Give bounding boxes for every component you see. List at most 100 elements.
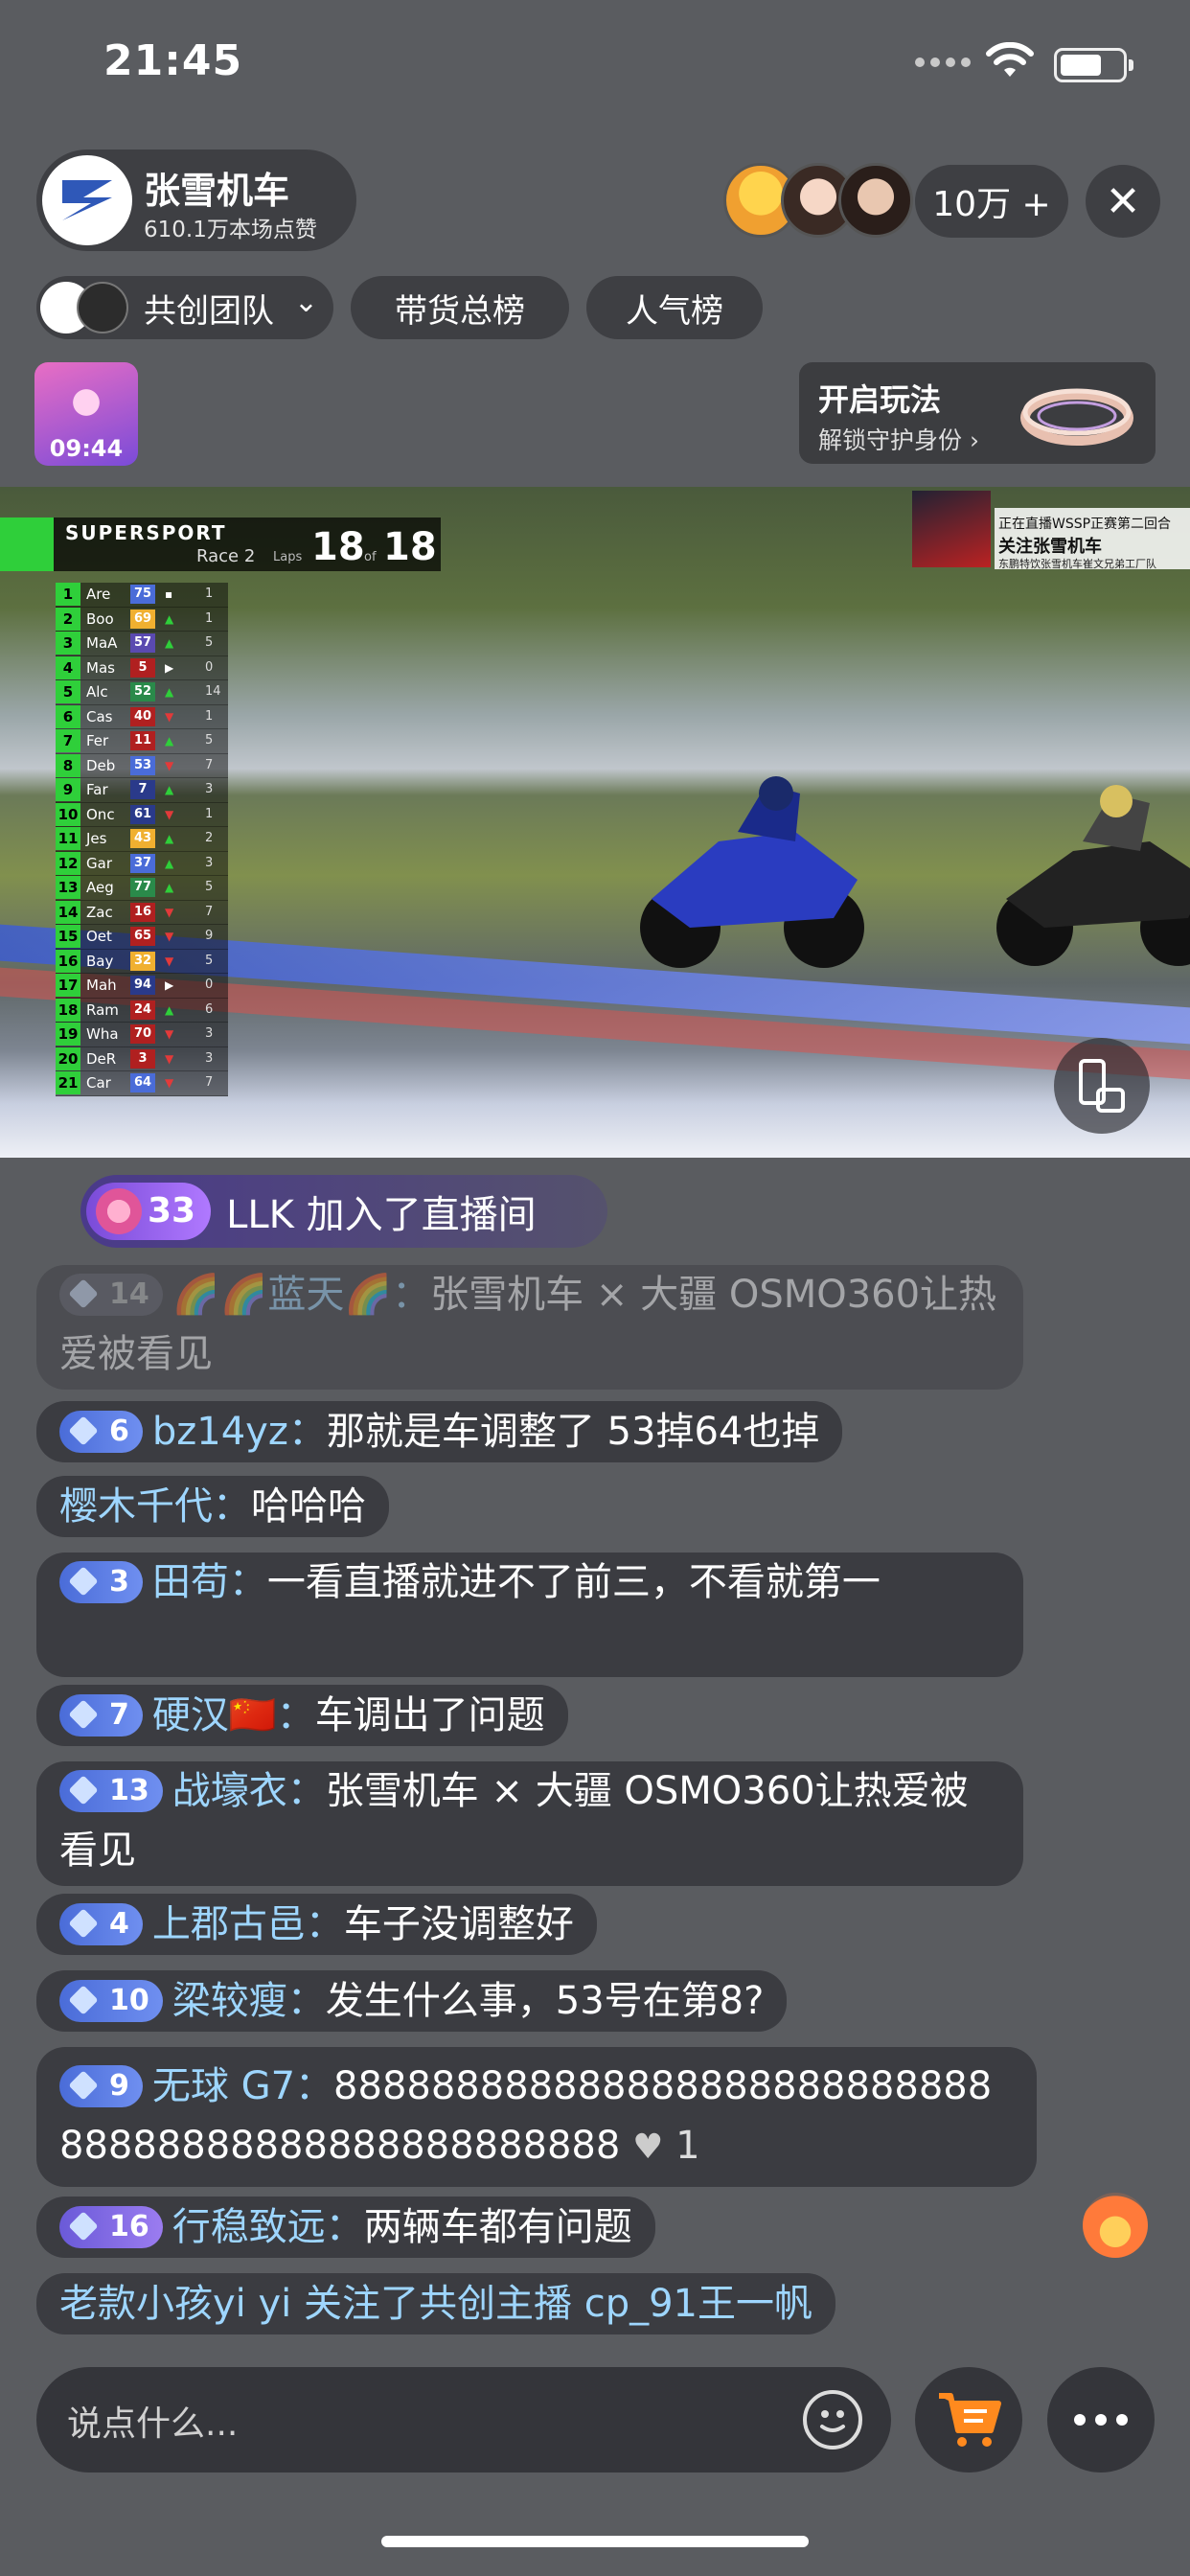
chat-message[interactable]: 10 梁较瘦：发生什么事，53号在第8? (36, 1970, 788, 2032)
chat-message[interactable]: 6 bz14yz：那就是车调整了 53掉64也掉 (36, 1401, 843, 1462)
position-change-icon: ▲ (165, 611, 174, 626)
tab-sales-ranking[interactable]: 带货总榜 (351, 276, 569, 339)
chat-message[interactable]: 14 🌈🌈蓝天🌈：张雪机车 × 大疆 OSMO360让热爱被看见 (36, 1265, 1023, 1390)
level-badge: 14 (59, 1274, 163, 1316)
scoreboard-header: SUPERSPORT Race 2 Laps 18 of 18 (0, 518, 441, 571)
rider-number: 11 (130, 731, 155, 750)
level-badge: 10 (59, 1980, 163, 2022)
race-label: Race 2 (196, 546, 256, 566)
chat-message[interactable]: 樱木千代：哈哈哈 (36, 1476, 389, 1537)
position-change: 5 (205, 953, 214, 968)
standings-row: 15 Oet 65 ▼ 9 (56, 925, 228, 950)
rider-name: Fer (86, 732, 109, 749)
standings-row: 7 Fer 11 ▲ 5 (56, 729, 228, 754)
rider-number: 3 (130, 1048, 155, 1069)
more-button[interactable] (1047, 2367, 1155, 2472)
position-change-icon: ▲ (165, 636, 174, 650)
level-badge: 9 (59, 2065, 143, 2107)
chat-message[interactable]: 13 战壕衣：张雪机车 × 大疆 OSMO360让热爱被看见 (36, 1761, 1023, 1886)
rider-name: Zac (86, 903, 113, 921)
position-change: 7 (205, 904, 214, 919)
standings-position: 21 (56, 1071, 80, 1094)
promo-line: 正在直播WSSP正赛第二回合 (998, 517, 1172, 532)
standings-position: 1 (56, 583, 80, 606)
chat-username[interactable]: 🌈🌈蓝天🌈： (172, 1273, 430, 1317)
chat-text: 发生什么事，53号在第8? (325, 1979, 765, 2023)
rider-number: 37 (130, 853, 155, 873)
level-badge: 6 (59, 1411, 143, 1453)
chat-username[interactable]: 无球 G7： (152, 2064, 333, 2108)
chat-message[interactable]: 3 田苟：一看直播就进不了前三，不看就第一 (36, 1552, 1023, 1677)
standings-row: 18 Ram 24 ▲ 6 (56, 998, 228, 1023)
chat-text: 哈哈哈 (251, 1484, 366, 1529)
join-text: LLK 加入了直播间 (226, 1193, 537, 1237)
position-change-icon: ▲ (165, 881, 174, 894)
rider-name: DeR (86, 1049, 117, 1068)
emoji-icon[interactable] (803, 2390, 862, 2450)
chat-username[interactable]: 上郡古邑： (152, 1902, 344, 1946)
chat-username[interactable]: 樱木千代： (59, 1484, 251, 1529)
level-badge: 16 (59, 2206, 163, 2248)
rider-name: Gar (86, 854, 112, 872)
standings-position: 9 (56, 778, 80, 801)
chat-username[interactable]: 硬汉🇨🇳： (152, 1693, 315, 1737)
rider-number: 94 (130, 976, 155, 995)
cart-button[interactable] (915, 2367, 1022, 2472)
chat-username[interactable]: 田苟： (152, 1560, 267, 1604)
position-change: 1 (205, 806, 214, 821)
heart-icon[interactable]: ♥ (632, 2128, 663, 2167)
chat-username[interactable]: 行稳致远： (172, 2205, 364, 2249)
position-change: 3 (205, 1026, 214, 1041)
standings-position: 3 (56, 632, 80, 655)
diamond-icon (68, 2211, 99, 2242)
home-indicator[interactable] (381, 2536, 809, 2547)
rider-number: 7 (130, 780, 155, 799)
rider-name: Wha (86, 1025, 119, 1043)
position-change: 9 (205, 929, 214, 943)
status-time: 21:45 (103, 36, 243, 85)
position-change: 0 (205, 659, 214, 675)
comment-input[interactable]: 说点什么... (36, 2367, 891, 2472)
standings-row: 3 MaA 57 ▲ 5 (56, 632, 228, 656)
chat-username[interactable]: 梁较瘦： (172, 1979, 326, 2023)
gift-box-button[interactable]: 09:44 (34, 362, 138, 466)
chat-message[interactable]: 4 上郡古邑：车子没调整好 (36, 1894, 597, 1955)
chat-message[interactable]: 9 无球 G7：888888888888888888888888888888888… (36, 2047, 1037, 2187)
rotate-screen-button[interactable] (1054, 1038, 1150, 1134)
standings-row: 10 Onc 61 ▼ 1 (56, 802, 228, 827)
standings-row: 1 Are 75 ▪ 1 (56, 583, 228, 608)
host-info[interactable]: 张雪机车 610.1万本场点赞 (36, 150, 356, 251)
flame-icon[interactable] (1083, 2193, 1148, 2258)
chat-message[interactable]: 16 行稳致远：两辆车都有问题 (36, 2196, 655, 2258)
tab-popularity-ranking[interactable]: 人气榜 (586, 276, 763, 339)
play-mode-title: 开启玩法 (818, 381, 942, 418)
rider-name: Oet (86, 928, 112, 945)
rider-name: Aeg (86, 879, 114, 896)
standings-row: 16 Bay 32 ▼ 5 (56, 949, 228, 974)
chat-username[interactable]: 战壕衣： (172, 1769, 326, 1813)
close-button[interactable]: ✕ (1086, 165, 1160, 238)
follow-notification[interactable]: 老款小孩yi yi 关注了共创主播 cp_91王一帆 (36, 2273, 835, 2334)
chevron-down-icon: ⌄ (293, 286, 318, 319)
live-video[interactable]: SUPERSPORT Race 2 Laps 18 of 18 1 Are 75 ▪ 1… (0, 487, 1190, 1158)
position-change: 5 (205, 733, 214, 748)
chat-username[interactable]: bz14yz： (152, 1410, 327, 1454)
tab-team[interactable]: 共创团队 ⌄ (36, 276, 333, 339)
laps-label: Laps (273, 550, 303, 564)
play-mode-card[interactable]: 开启玩法 解锁守护身份 › (799, 362, 1156, 464)
position-change-icon: ▲ (165, 685, 174, 699)
host-logo-icon (62, 180, 112, 220)
position-change: 3 (205, 855, 214, 870)
rotate-screen-icon (1079, 1059, 1125, 1113)
chat-message[interactable]: 7 硬汉🇨🇳：车调出了问题 (36, 1685, 568, 1746)
rider-number: 53 (130, 755, 155, 775)
viewer-avatar[interactable] (838, 163, 913, 238)
viewer-count-button[interactable]: 10万 + (915, 165, 1068, 238)
position-change-icon: ▶ (165, 660, 174, 675)
position-change-icon: ▼ (165, 954, 174, 968)
gift-timer: 09:44 (49, 435, 124, 462)
host-avatar[interactable] (42, 155, 132, 245)
position-change: 14 (205, 684, 221, 699)
rider-name: Bay (86, 952, 114, 970)
level-badge: 3 (59, 1561, 143, 1603)
